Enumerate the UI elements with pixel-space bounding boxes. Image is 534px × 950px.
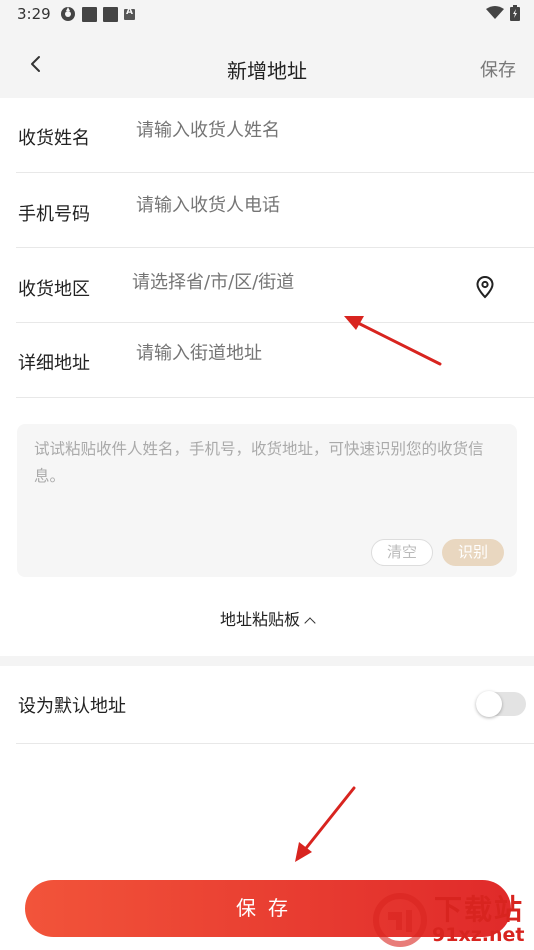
status-bar: 3:29 A (0, 0, 534, 28)
name-label: 收货姓名 (18, 128, 90, 149)
recognize-button[interactable]: 识别 (442, 539, 504, 566)
app-a-badge-letter: A (126, 6, 133, 17)
status-time: 3:29 (17, 5, 51, 23)
name-row: 收货姓名 (16, 98, 534, 173)
region-label: 收货地区 (18, 279, 90, 300)
clipboard-toggle[interactable]: 地址粘贴板 (0, 606, 534, 630)
wifi-icon (486, 6, 504, 19)
watermark-domain: 91xz.net (432, 924, 525, 946)
nav-bar: 新增地址 保存 (0, 28, 534, 98)
location-pin-icon[interactable] (474, 275, 496, 299)
default-address-row: 设为默认地址 (16, 666, 534, 744)
watermark: 下载站 91xz.net (370, 888, 534, 950)
name-input[interactable] (136, 120, 466, 141)
clipboard-toggle-label: 地址粘贴板 (219, 610, 300, 629)
default-address-switch[interactable] (476, 691, 526, 717)
section-divider (0, 656, 534, 666)
header-save-button[interactable]: 保存 (480, 56, 516, 82)
watermark-logo-icon (373, 893, 427, 947)
phone-input[interactable] (136, 195, 466, 216)
status-left-icons: A (60, 6, 135, 22)
page-title: 新增地址 (227, 59, 307, 83)
phone-row: 手机号码 (16, 173, 534, 248)
status-right-icons (486, 5, 520, 21)
paste-textarea[interactable]: 试试粘贴收件人姓名，手机号，收货地址，可快速识别您的收货信息。 清空 识别 (17, 424, 517, 577)
phone-label: 手机号码 (18, 204, 90, 225)
detail-row: 详细地址 (16, 323, 534, 398)
notification-square-icon (82, 6, 97, 22)
sync-icon (61, 7, 75, 21)
chevron-up-icon (304, 617, 316, 629)
region-row[interactable]: 收货地区 (16, 248, 534, 323)
detail-input[interactable] (136, 343, 466, 364)
switch-knob (476, 691, 502, 717)
clear-button[interactable]: 清空 (371, 539, 433, 566)
app-a-icon: A (124, 6, 135, 20)
watermark-title: 下载站 (434, 893, 525, 926)
battery-icon (510, 5, 520, 21)
default-address-label: 设为默认地址 (18, 696, 126, 717)
detail-label: 详细地址 (18, 353, 90, 374)
notification-square-icon (103, 6, 118, 22)
paste-placeholder: 试试粘贴收件人姓名，手机号，收货地址，可快速识别您的收货信息。 (34, 440, 484, 485)
region-input[interactable] (132, 272, 462, 293)
